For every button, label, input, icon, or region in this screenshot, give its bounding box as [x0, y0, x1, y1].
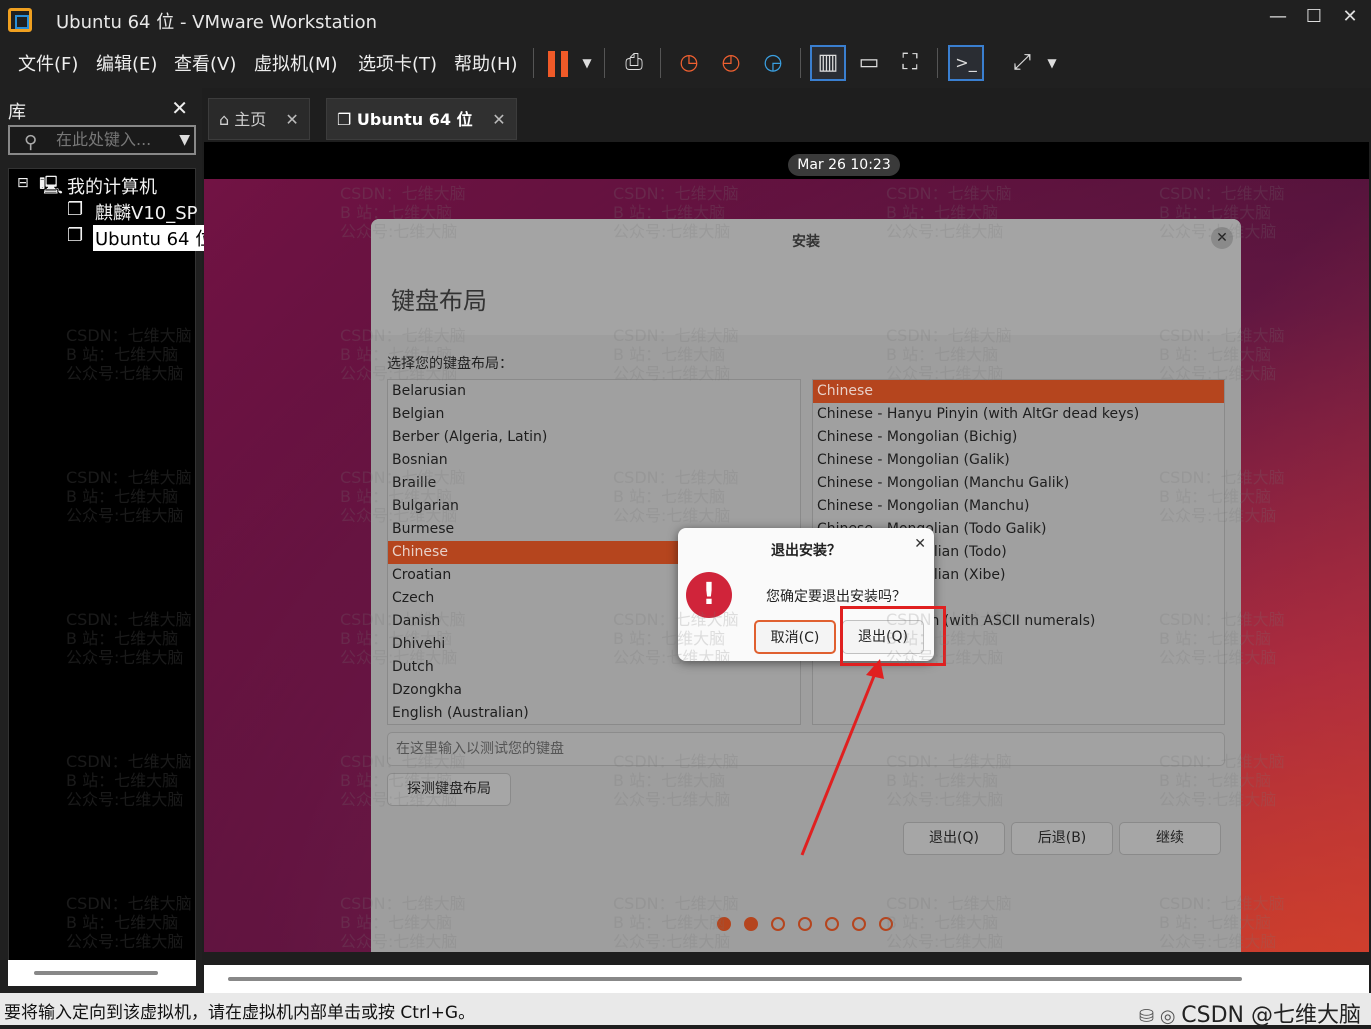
- status-message: 要将输入定向到该虚拟机，请在虚拟机内部单击或按 Ctrl+G。: [4, 1003, 476, 1023]
- tree-vm-kylin[interactable]: 麒麟V10_SP: [95, 199, 198, 225]
- cd-icon[interactable]: ◎: [1160, 1006, 1176, 1027]
- menu-edit[interactable]: 编辑(E): [96, 50, 157, 76]
- annotation-arrow: [800, 659, 884, 856]
- send-ctrl-alt-del-icon[interactable]: ⎙: [617, 46, 651, 80]
- device-status-icons[interactable]: ⛁ ◎ CSDN @七维大脑: [1139, 997, 1361, 1029]
- menu-view[interactable]: 查看(V): [174, 50, 236, 76]
- vm-console[interactable]: Mar 26 10:23 安装 ✕ 键盘布局 选择您的键盘布局： Belarus…: [204, 142, 1369, 952]
- toolbar-separator: [660, 48, 661, 78]
- tab-home-close-icon[interactable]: ✕: [285, 110, 298, 129]
- guest-clock[interactable]: Mar 26 10:23: [788, 154, 900, 176]
- collapse-icon[interactable]: ⊟: [17, 175, 29, 191]
- library-search-placeholder: 在此处键入...: [56, 130, 152, 149]
- home-icon: ⌂: [219, 110, 230, 129]
- close-window-button[interactable]: ✕: [1336, 6, 1364, 27]
- library-search-input[interactable]: ⚲ 在此处键入... ▼: [8, 125, 196, 155]
- library-tree: ⊟ 🖳 我的计算机 ❐ 麒麟V10_SP ❐ Ubuntu 64 位: [8, 168, 216, 973]
- vm-icon: ❐: [337, 110, 352, 129]
- window-title: Ubuntu 64 位 - VMware Workstation: [56, 12, 378, 33]
- library-title: 库: [8, 102, 26, 123]
- toolbar-separator: [533, 48, 534, 78]
- console-view-icon[interactable]: >_: [948, 45, 984, 81]
- library-scrollbar[interactable]: [8, 960, 196, 986]
- show-library-icon[interactable]: ▥: [810, 45, 846, 81]
- search-icon: ⚲: [24, 132, 38, 153]
- menu-bar: 文件(F) 编辑(E) 查看(V) 虚拟机(M) 选项卡(T) 帮助(H) ▼ …: [0, 38, 1371, 88]
- hdd-icon[interactable]: ⛁: [1139, 1006, 1154, 1027]
- computer-icon: 🖳: [39, 175, 64, 196]
- vmware-logo-icon: [8, 8, 32, 32]
- tree-vm-ubuntu[interactable]: Ubuntu 64 位: [93, 225, 216, 251]
- pause-icon[interactable]: [548, 51, 570, 77]
- tab-ubuntu-label: Ubuntu 64 位: [356, 110, 473, 129]
- snapshot-manager-icon[interactable]: ◶: [756, 46, 790, 80]
- stretch-guest-icon[interactable]: ⤢: [1005, 46, 1039, 80]
- tab-home-label: 主页: [234, 110, 267, 129]
- pause-dropdown-icon[interactable]: ▼: [570, 46, 604, 80]
- library-close-button[interactable]: ✕: [171, 96, 188, 120]
- snapshot-icon[interactable]: ◷: [672, 46, 706, 80]
- chevron-down-icon[interactable]: ▼: [179, 127, 190, 153]
- guest-top-bar: Mar 26 10:23: [204, 142, 1369, 179]
- title-bar: Ubuntu 64 位 - VMware Workstation — ☐ ✕: [0, 0, 1371, 38]
- status-bar: 要将输入定向到该虚拟机，请在虚拟机内部单击或按 Ctrl+G。 ⛁ ◎ CSDN…: [0, 993, 1371, 1028]
- toolbar-separator: [604, 48, 605, 78]
- stretch-dropdown-icon[interactable]: ▼: [1035, 46, 1069, 80]
- tab-ubuntu-close-icon[interactable]: ✕: [492, 110, 505, 129]
- menu-file[interactable]: 文件(F): [18, 50, 78, 76]
- fullscreen-icon[interactable]: ⛶: [893, 46, 927, 80]
- maximize-button[interactable]: ☐: [1300, 6, 1328, 27]
- guest-desktop: 安装 ✕ 键盘布局 选择您的键盘布局： Belarusian Belgian B…: [204, 179, 1369, 952]
- tree-root-my-computer[interactable]: 我的计算机: [67, 173, 157, 199]
- footer-watermark: CSDN @七维大脑: [1181, 1003, 1361, 1028]
- library-panel: 库 ✕ ⚲ 在此处键入... ▼ ⊟ 🖳 我的计算机 ❐ 麒麟V10_SP ❐ …: [0, 88, 216, 993]
- menu-tabs[interactable]: 选项卡(T): [358, 50, 437, 76]
- thumbnail-bar-icon[interactable]: ▭: [852, 46, 886, 80]
- vm-running-icon: ❐: [67, 225, 84, 246]
- toolbar-separator: [937, 48, 938, 78]
- toolbar-separator: [800, 48, 801, 78]
- tab-strip: ⌂ 主页 ✕ ❐ Ubuntu 64 位 ✕: [202, 88, 1371, 142]
- minimize-button[interactable]: —: [1264, 6, 1292, 27]
- tab-ubuntu[interactable]: ❐ Ubuntu 64 位 ✕: [326, 98, 517, 140]
- vm-icon: ❐: [67, 199, 84, 220]
- menu-vm[interactable]: 虚拟机(M): [254, 50, 338, 76]
- console-scrollbar[interactable]: [204, 965, 1369, 993]
- tab-home[interactable]: ⌂ 主页 ✕: [208, 98, 310, 140]
- revert-snapshot-icon[interactable]: ◴: [714, 46, 748, 80]
- menu-help[interactable]: 帮助(H): [454, 50, 518, 76]
